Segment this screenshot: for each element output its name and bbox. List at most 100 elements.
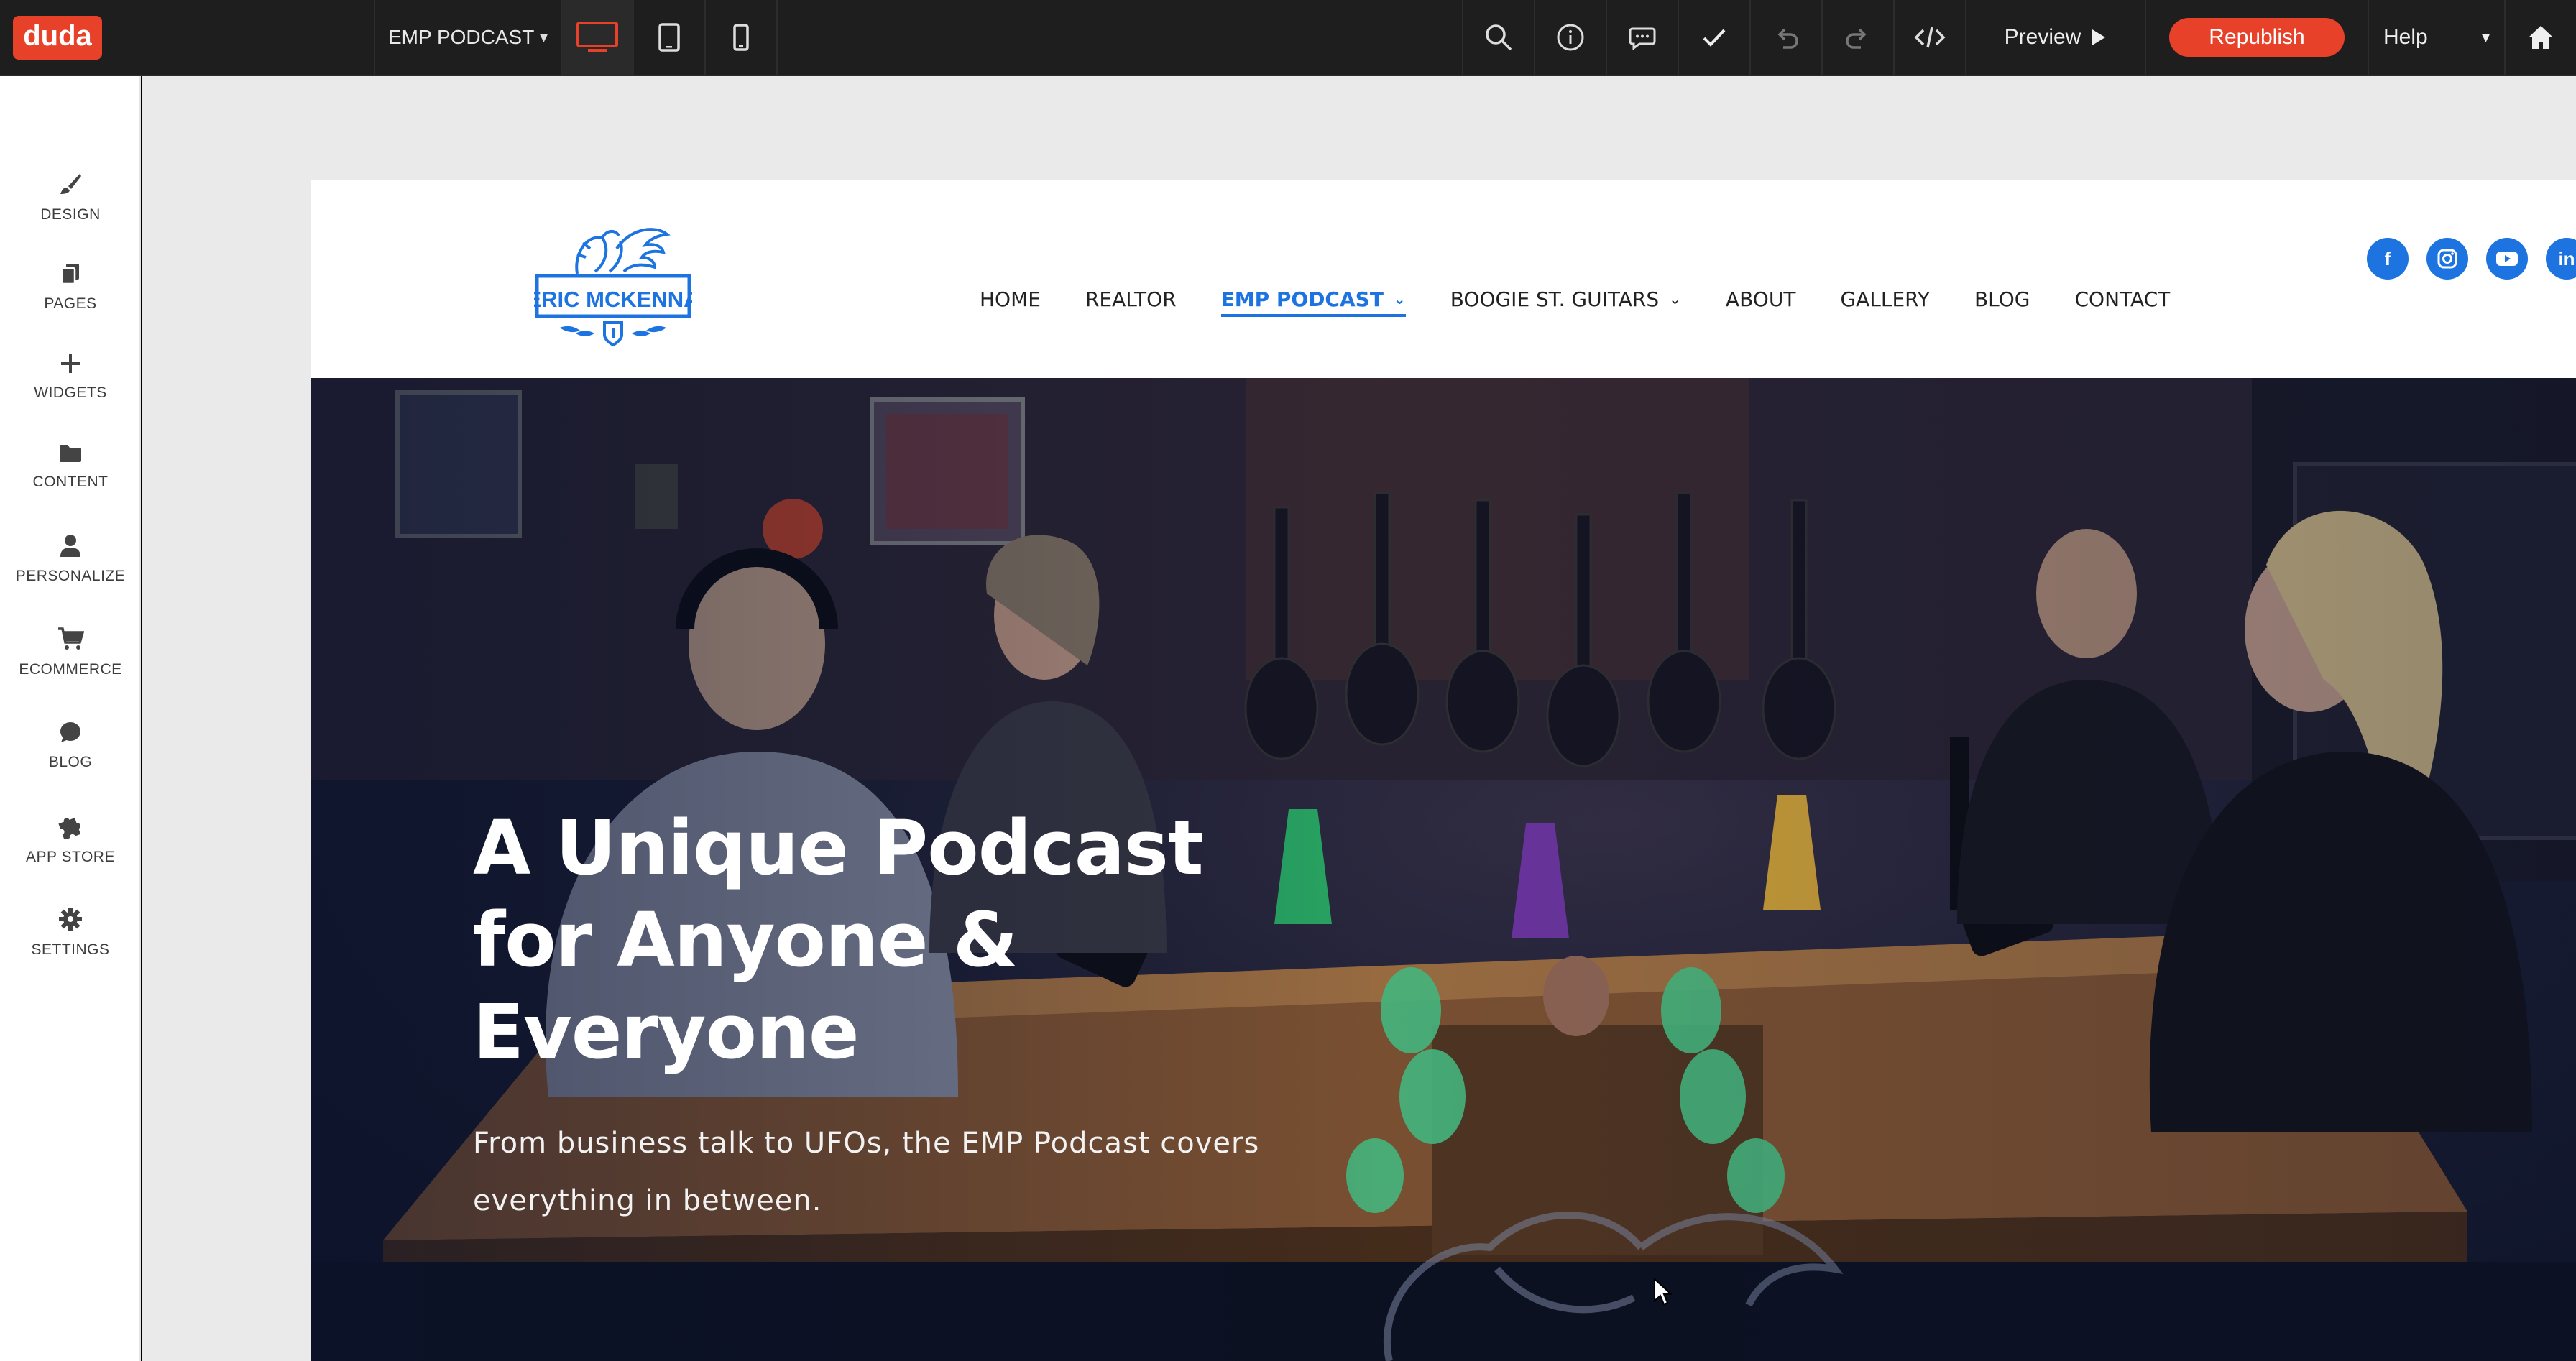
- tablet-icon: [658, 23, 680, 52]
- sidebar-item-label: CONTENT: [32, 474, 109, 490]
- gear-icon: [59, 908, 82, 931]
- nav-item-gallery[interactable]: GALLERY: [1840, 287, 1930, 311]
- sidebar-item-design[interactable]: DESIGN: [0, 158, 141, 237]
- tablet-view-button[interactable]: [632, 0, 704, 75]
- sidebar-item-label: PAGES: [44, 295, 97, 312]
- sidebar-item-label: APP STORE: [26, 849, 115, 865]
- nav-item-label: BOOGIE ST. GUITARS: [1450, 287, 1660, 311]
- sidebar-item-ecommerce[interactable]: ECOMMERCE: [0, 613, 141, 692]
- duda-logo-wrap: duda: [0, 0, 115, 75]
- nav-item-contact[interactable]: CONTACT: [2075, 287, 2171, 311]
- plus-icon: [61, 354, 80, 373]
- chevron-down-icon: ▾: [2481, 28, 2490, 46]
- sidebar-item-label: ECOMMERCE: [19, 661, 122, 678]
- hero-title: A Unique Podcast for Anyone & Everyone: [473, 802, 1264, 1078]
- griffin-logo-icon: ERIC MCKENNA: [526, 228, 700, 347]
- code-icon: [1914, 27, 1946, 48]
- hero-section[interactable]: A Unique Podcast for Anyone & Everyone F…: [311, 378, 2576, 1361]
- nav-item-label: BLOG: [1974, 287, 2030, 311]
- checklist-button[interactable]: [1678, 0, 1749, 75]
- sidebar-item-pages[interactable]: PAGES: [0, 248, 141, 327]
- nav-item-emp-podcast[interactable]: EMP PODCAST ⌄: [1220, 287, 1406, 317]
- sidebar-item-app-store[interactable]: APP STORE: [0, 800, 141, 879]
- developer-mode-button[interactable]: [1893, 0, 1965, 75]
- chevron-down-icon: ⌄: [1393, 290, 1406, 308]
- play-icon: [2092, 29, 2106, 45]
- home-icon: [2529, 26, 2553, 49]
- comments-button[interactable]: [1606, 0, 1678, 75]
- nav-item-label: REALTOR: [1085, 287, 1177, 311]
- search-icon: [1486, 24, 1512, 51]
- hero-title-line: A Unique Podcast: [473, 804, 1204, 892]
- brush-icon: [60, 174, 81, 194]
- sidebar-item-content[interactable]: CONTENT: [0, 428, 141, 507]
- preview-button[interactable]: Preview: [1965, 0, 2145, 75]
- person-icon: [60, 535, 80, 557]
- nav-item-home[interactable]: HOME: [980, 287, 1041, 311]
- undo-button[interactable]: [1749, 0, 1821, 75]
- redo-button[interactable]: [1821, 0, 1893, 75]
- nav-item-label: HOME: [980, 287, 1041, 311]
- hero-title-line: Everyone: [473, 988, 859, 1076]
- duda-logo[interactable]: duda: [13, 15, 102, 60]
- sidebar-item-label: PERSONALIZE: [15, 568, 126, 584]
- hero-subtitle-line: everything in between.: [473, 1184, 822, 1217]
- sidebar-item-label: DESIGN: [40, 206, 101, 223]
- hero-title-line: for Anyone &: [473, 896, 1018, 984]
- preview-label: Preview: [2004, 25, 2082, 49]
- social-links: f in: [2367, 238, 2576, 280]
- sidebar-item-personalize[interactable]: PERSONALIZE: [0, 520, 141, 599]
- page-selector[interactable]: EMP PODCAST ▾: [374, 0, 561, 75]
- sidebar-item-label: WIDGETS: [34, 384, 107, 401]
- mobile-view-button[interactable]: [704, 0, 776, 75]
- sidebar-item-label: SETTINGS: [31, 941, 110, 958]
- youtube-icon[interactable]: [2486, 238, 2528, 280]
- redo-icon: [1846, 28, 1867, 49]
- search-button[interactable]: [1462, 0, 1534, 75]
- page-selector-label: EMP PODCAST: [388, 26, 535, 48]
- comment-icon: [1629, 27, 1656, 50]
- sidebar-item-settings[interactable]: SETTINGS: [0, 893, 141, 972]
- puzzle-icon: [58, 818, 81, 839]
- chat-bubble-icon: [60, 722, 80, 742]
- site-header: ERIC MCKENNA HOME REALTOR EMP PODCAST ⌄: [311, 180, 2576, 378]
- nav-item-blog[interactable]: BLOG: [1974, 287, 2030, 311]
- sidebar-item-label: BLOG: [48, 754, 93, 770]
- help-menu[interactable]: Help ▾: [2368, 0, 2504, 75]
- republish-wrap: Republish: [2145, 0, 2368, 75]
- site-logo[interactable]: ERIC MCKENNA: [526, 220, 700, 349]
- nav-item-realtor[interactable]: REALTOR: [1085, 287, 1177, 311]
- linkedin-icon[interactable]: in: [2546, 238, 2576, 280]
- folder-icon: [60, 445, 81, 462]
- facebook-icon[interactable]: f: [2367, 238, 2409, 280]
- hero-subtitle-line: From business talk to UFOs, the EMP Podc…: [473, 1127, 1260, 1160]
- sidebar-item-blog[interactable]: BLOG: [0, 706, 141, 785]
- help-label: Help: [2383, 25, 2428, 49]
- info-button[interactable]: [1534, 0, 1606, 75]
- nav-item-label: ABOUT: [1725, 287, 1796, 311]
- editor-canvas: ERIC MCKENNA HOME REALTOR EMP PODCAST ⌄: [142, 76, 2576, 1361]
- nav-item-label: CONTACT: [2074, 287, 2171, 311]
- nav-item-boogie-st-guitars[interactable]: BOOGIE ST. GUITARS ⌄: [1450, 287, 1681, 311]
- undo-icon: [1777, 28, 1798, 49]
- cart-icon: [58, 627, 84, 650]
- desktop-icon: [576, 22, 618, 52]
- info-icon: [1557, 24, 1584, 51]
- sidebar-item-widgets[interactable]: WIDGETS: [0, 338, 141, 417]
- nav-item-about[interactable]: ABOUT: [1726, 287, 1796, 311]
- website-preview[interactable]: ERIC MCKENNA HOME REALTOR EMP PODCAST ⌄: [311, 180, 2576, 1361]
- hero-subtitle: From business talk to UFOs, the EMP Podc…: [473, 1115, 1300, 1229]
- instagram-icon[interactable]: [2426, 238, 2468, 280]
- republish-button[interactable]: Republish: [2169, 18, 2345, 57]
- chevron-down-icon: ⌄: [1669, 290, 1681, 308]
- home-button[interactable]: [2504, 0, 2576, 75]
- chevron-down-icon: ▾: [539, 28, 548, 46]
- mobile-icon: [733, 24, 749, 51]
- desktop-view-button[interactable]: [561, 0, 632, 75]
- pages-icon: [60, 264, 79, 285]
- editor-topbar: duda EMP PODCAST ▾ Preview Republish Hel…: [0, 0, 2576, 76]
- nav-item-label: EMP PODCAST: [1220, 287, 1384, 311]
- nav-item-label: GALLERY: [1840, 287, 1930, 311]
- site-nav: HOME REALTOR EMP PODCAST ⌄ BOOGIE ST. GUI…: [980, 281, 2214, 317]
